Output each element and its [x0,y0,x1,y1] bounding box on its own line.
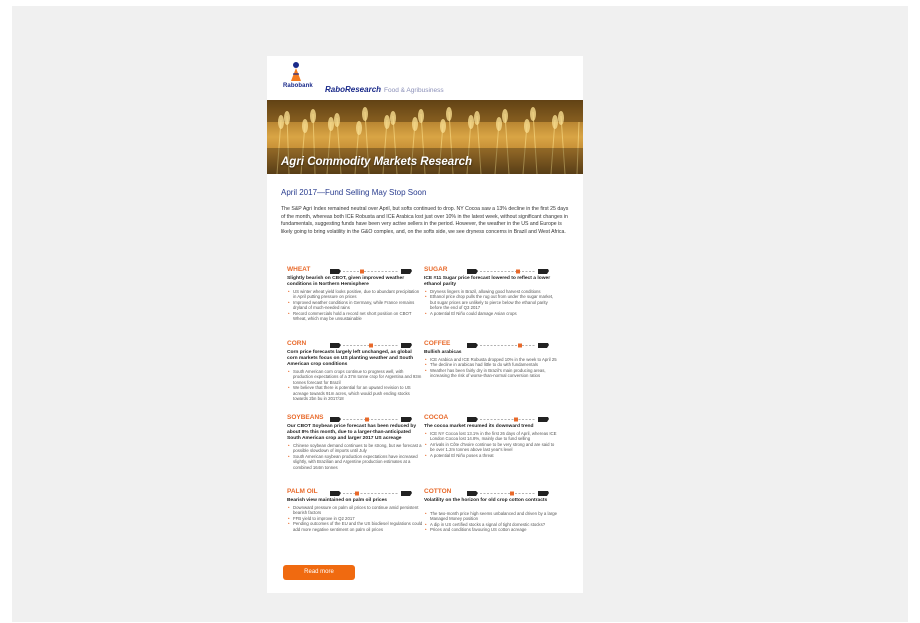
bullet-item: Weather has been fairly dry in Brazil's … [424,368,560,379]
bullet-list: ICE NY Cocoa lost 13.1% in the first 26 … [424,431,560,458]
bear-bull-gauge-icon [467,269,549,274]
section-cotton: COTTON Volatility on the horizon for old… [424,488,560,562]
bullet-item: A potential El Niño poses a threat [424,453,560,459]
section-label: COFFEE [424,340,451,347]
section-headline: ICE #11 Sugar price forecast lowered to … [424,276,551,287]
bear-bull-gauge-icon [467,417,549,422]
bear-bull-gauge-icon [467,343,549,348]
section-headline: Volatility on the horizon for old crop c… [424,498,548,503]
bullet-item: Arrivals in Côte d'Ivoire continue to be… [424,442,560,453]
logo-text: Rabobank [283,83,313,89]
bear-bull-gauge-icon [467,491,549,496]
section-label: PALM OIL [287,488,318,495]
bullet-list: Downward pressure on palm oil prices to … [287,505,423,532]
section-headline: Bullish arabicas [424,350,462,355]
bullet-list: Chinese soybean demand continues to be s… [287,443,423,470]
header: Rabobank RaboResearch Food & Agribusiness [267,56,583,100]
section-label: WHEAT [287,266,311,273]
section-wheat: WHEAT Slightly bearish on CBOT, given im… [287,266,423,340]
section-coffee: COFFEE Bullish arabicas ICE Arabica and … [424,340,560,414]
bullet-item: Pending outcomes of the EU and the US bi… [287,521,423,532]
background-panel: Rabobank RaboResearch Food & Agribusiness [12,6,908,622]
section-headline: Slightly bearish on CBOT, given improved… [287,276,405,287]
issue-subtitle: April 2017—Fund Selling May Stop Soon [281,188,427,197]
bullet-list: Dryness lingers in Brazil, allowing good… [424,289,560,316]
read-more-button[interactable]: Read more [283,565,355,580]
bullet-list: US winter wheat yield looks positive, du… [287,289,423,321]
bullet-list: The two-month price high seems unbalance… [424,511,560,533]
bullet-item: A potential El Niño could damage Asian c… [424,311,560,317]
section-label: SOYBEANS [287,414,324,421]
section-cocoa: COCOA The cocoa market resumed its downw… [424,414,560,488]
bullet-list: South American corn crops continue to pr… [287,369,423,401]
section-headline: Our CBOT Soybean price forecast has been… [287,424,417,441]
brand-title: RaboResearch Food & Agribusiness [325,85,444,94]
brand-subtitle: Food & Agribusiness [384,87,444,94]
left-column: WHEAT Slightly bearish on CBOT, given im… [287,266,423,562]
bullet-item: Prices and conditions favouring US cotto… [424,527,560,533]
bullet-list: ICE Arabica and ICE Robusta dropped 10% … [424,357,560,379]
section-label: CORN [287,340,307,347]
newsletter-page: Rabobank RaboResearch Food & Agribusiness [267,56,583,593]
section-corn: CORN Corn price forecasts largely left u… [287,340,423,414]
bear-bull-gauge-icon [330,491,412,496]
intro-paragraph: The S&P Agri Index remained neutral over… [281,206,569,235]
section-label: COTTON [424,488,452,495]
section-headline: Corn price forecasts largely left unchan… [287,350,414,367]
banner-title: Agri Commodity Markets Research [281,156,473,168]
bullet-item: Improved weather conditions in Germany, … [287,300,423,311]
bear-bull-gauge-icon [330,417,412,422]
bullet-item: Ethanol price drop pulls the rug out fro… [424,294,560,310]
section-label: COCOA [424,414,449,421]
bullet-item: South American corn crops continue to pr… [287,369,423,385]
section-headline: Bearish view maintained on palm oil pric… [287,498,388,503]
bullet-item: US winter wheat yield looks positive, du… [287,289,423,300]
bullet-item: South American soybean production expect… [287,454,423,470]
section-headline: The cocoa market resumed its downward tr… [424,424,534,429]
bear-bull-gauge-icon [330,343,412,348]
section-label: SUGAR [424,266,448,273]
bullet-item: The two-month price high seems unbalance… [424,511,560,522]
brand-name: RaboResearch [325,85,382,94]
wheat-field-banner: Agri Commodity Markets Research [267,100,583,174]
right-column: SUGAR ICE #11 Sugar price forecast lower… [424,266,560,562]
bear-bull-gauge-icon [330,269,412,274]
bullet-item: ICE NY Cocoa lost 13.1% in the first 26 … [424,431,560,442]
section-soybeans: SOYBEANS Our CBOT Soybean price forecast… [287,414,423,488]
bullet-item: Chinese soybean demand continues to be s… [287,443,423,454]
bullet-item: Downward pressure on palm oil prices to … [287,505,423,516]
section-palm-oil: PALM OIL Bearish view maintained on palm… [287,488,423,562]
bullet-item: Record commercials hold a record net sho… [287,311,423,322]
bullet-item: We believe that there is potential for a… [287,385,423,401]
rabobank-logo-icon [291,62,301,81]
section-sugar: SUGAR ICE #11 Sugar price forecast lower… [424,266,560,340]
